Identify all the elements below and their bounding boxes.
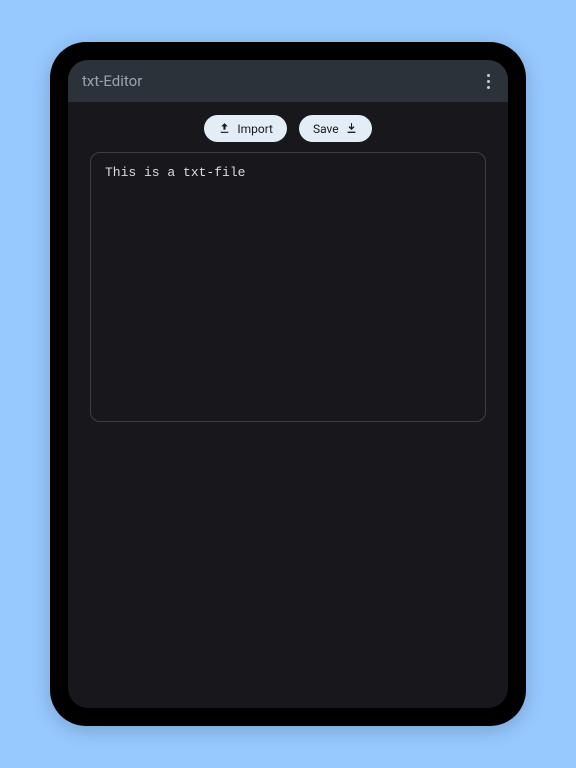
upload-icon [218, 122, 231, 135]
save-button-label: Save [313, 122, 339, 136]
save-button[interactable]: Save [299, 115, 372, 142]
editor-container [68, 152, 508, 426]
menu-overflow-icon[interactable] [483, 70, 494, 93]
app-screen: txt-Editor Import Save [68, 60, 508, 708]
toolbar: Import Save [68, 102, 508, 152]
tablet-frame: txt-Editor Import Save [50, 42, 526, 726]
download-icon [345, 122, 358, 135]
import-button-label: Import [237, 122, 273, 136]
app-title: txt-Editor [82, 72, 142, 90]
text-editor[interactable] [90, 152, 486, 422]
titlebar: txt-Editor [68, 60, 508, 102]
import-button[interactable]: Import [204, 115, 287, 142]
